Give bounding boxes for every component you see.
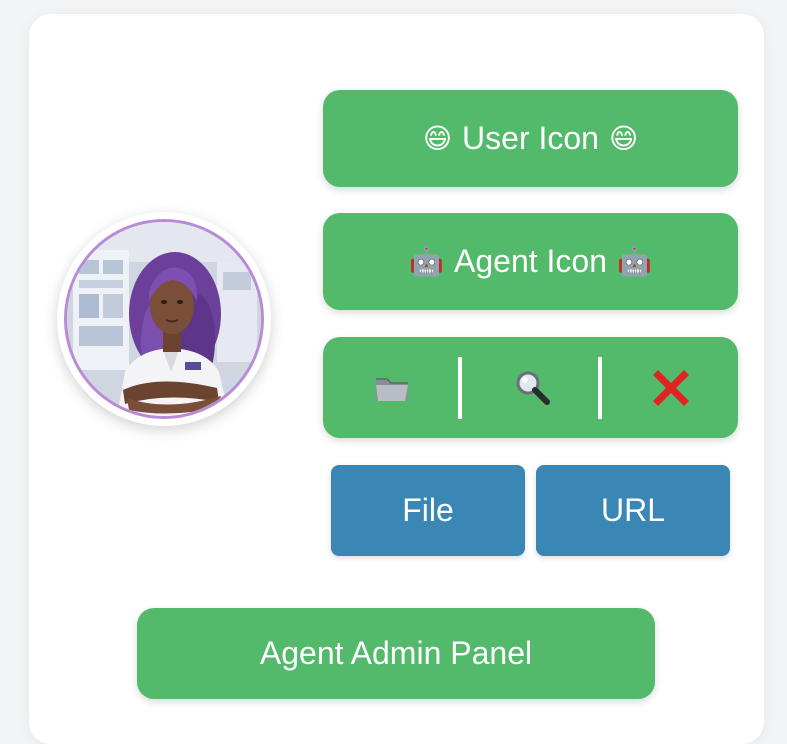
attachment-toolbar bbox=[323, 337, 738, 438]
grinning-face-icon: 😄 bbox=[422, 123, 453, 154]
folder-button[interactable] bbox=[337, 337, 447, 438]
agent-admin-panel-button[interactable]: Agent Admin Panel bbox=[137, 608, 655, 699]
folder-icon bbox=[376, 377, 408, 401]
toolbar-divider bbox=[458, 357, 462, 419]
search-button[interactable] bbox=[478, 337, 588, 438]
magnifier-icon bbox=[516, 371, 550, 405]
agent-icon-label: Agent Icon bbox=[454, 243, 607, 279]
avatar[interactable] bbox=[64, 219, 264, 419]
clear-button[interactable] bbox=[616, 337, 726, 438]
agent-icon-button[interactable]: 🤖 Agent Icon 🤖 bbox=[323, 213, 738, 310]
grinning-face-icon: 😄 bbox=[608, 123, 639, 154]
file-button[interactable]: File bbox=[331, 465, 525, 556]
avatar-frame bbox=[57, 212, 271, 426]
user-icon-label: User Icon bbox=[462, 120, 599, 156]
avatar-photo bbox=[67, 222, 261, 416]
close-x-icon bbox=[653, 369, 689, 406]
user-icon-button[interactable]: 😄 User Icon 😄 bbox=[323, 90, 738, 187]
robot-icon: 🤖 bbox=[409, 246, 444, 277]
toolbar-divider bbox=[598, 357, 602, 419]
robot-icon: 🤖 bbox=[617, 246, 652, 277]
url-button[interactable]: URL bbox=[536, 465, 730, 556]
